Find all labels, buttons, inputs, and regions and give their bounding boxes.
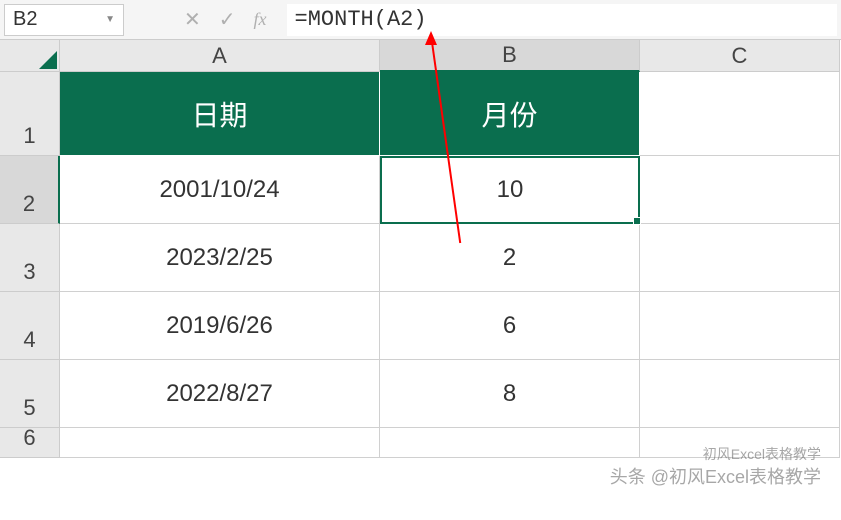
row-header-2[interactable]: 2 bbox=[0, 156, 60, 224]
row-header-3[interactable]: 3 bbox=[0, 224, 60, 292]
cancel-icon[interactable]: ✕ bbox=[184, 7, 201, 32]
cell-c3[interactable] bbox=[640, 224, 840, 292]
cell-c1[interactable] bbox=[640, 72, 840, 156]
row-4: 4 2019/6/26 6 bbox=[0, 292, 841, 360]
watermark-line2: 头条 @初风Excel表格教学 bbox=[610, 465, 821, 490]
fx-icon[interactable]: fx bbox=[254, 9, 267, 30]
cell-c4[interactable] bbox=[640, 292, 840, 360]
chevron-down-icon[interactable]: ▼ bbox=[105, 14, 115, 25]
column-header-a[interactable]: A bbox=[60, 40, 380, 72]
cell-c6[interactable] bbox=[640, 428, 840, 458]
row-6: 6 bbox=[0, 428, 841, 458]
cell-b2[interactable]: 10 bbox=[380, 156, 640, 224]
cell-b4[interactable]: 6 bbox=[380, 292, 640, 360]
cell-a1[interactable]: 日期 bbox=[60, 72, 380, 156]
cell-a4[interactable]: 2019/6/26 bbox=[60, 292, 380, 360]
name-box[interactable]: B2 ▼ bbox=[4, 4, 124, 36]
row-header-6[interactable]: 6 bbox=[0, 428, 60, 458]
cell-b3[interactable]: 2 bbox=[380, 224, 640, 292]
row-2: 2 2001/10/24 10 bbox=[0, 156, 841, 224]
row-header-1[interactable]: 1 bbox=[0, 72, 60, 156]
confirm-icon[interactable]: ✓ bbox=[219, 7, 236, 32]
row-3: 3 2023/2/25 2 bbox=[0, 224, 841, 292]
cell-a5[interactable]: 2022/8/27 bbox=[60, 360, 380, 428]
cell-a3[interactable]: 2023/2/25 bbox=[60, 224, 380, 292]
cell-b1[interactable]: 月份 bbox=[380, 72, 640, 156]
spreadsheet: A B C 1 日期 月份 2 2001/10/24 10 3 2023/2/2… bbox=[0, 40, 841, 458]
cell-b6[interactable] bbox=[380, 428, 640, 458]
cell-a2[interactable]: 2001/10/24 bbox=[60, 156, 380, 224]
cell-c2[interactable] bbox=[640, 156, 840, 224]
cell-c5[interactable] bbox=[640, 360, 840, 428]
formula-input[interactable] bbox=[287, 4, 837, 36]
column-header-b[interactable]: B bbox=[380, 40, 640, 72]
row-header-5[interactable]: 5 bbox=[0, 360, 60, 428]
row-header-4[interactable]: 4 bbox=[0, 292, 60, 360]
name-box-value: B2 bbox=[13, 8, 37, 31]
row-5: 5 2022/8/27 8 bbox=[0, 360, 841, 428]
cell-b5[interactable]: 8 bbox=[380, 360, 640, 428]
row-1: 1 日期 月份 bbox=[0, 72, 841, 156]
column-header-c[interactable]: C bbox=[640, 40, 840, 72]
column-headers: A B C bbox=[0, 40, 841, 72]
formula-controls: ✕ ✓ fx bbox=[184, 7, 267, 32]
select-all-corner[interactable] bbox=[0, 40, 60, 72]
formula-bar: B2 ▼ ✕ ✓ fx bbox=[0, 0, 841, 40]
cell-a6[interactable] bbox=[60, 428, 380, 458]
